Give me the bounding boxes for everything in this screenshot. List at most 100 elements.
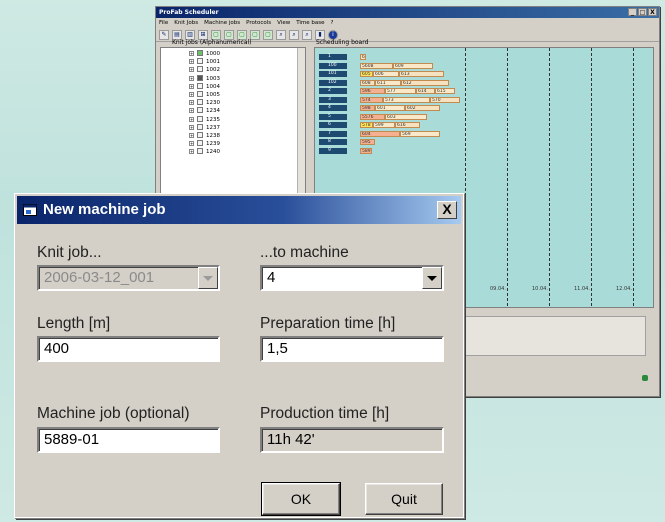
- info-icon[interactable]: i: [328, 29, 338, 40]
- machine-label[interactable]: 3: [319, 96, 347, 103]
- tree-item[interactable]: +1235: [161, 115, 305, 124]
- expand-icon[interactable]: +: [189, 51, 194, 56]
- expand-icon[interactable]: +: [189, 132, 194, 138]
- checkbox-icon[interactable]: [197, 90, 203, 97]
- menu-machine-jobs[interactable]: Machine jobs: [204, 18, 240, 28]
- job-block[interactable]: 599: [373, 122, 395, 128]
- job-block[interactable]: 611: [375, 79, 401, 86]
- quit-button[interactable]: Quit: [365, 483, 443, 515]
- expand-icon[interactable]: +: [189, 91, 194, 97]
- green-tool-4-icon[interactable]: ▢: [250, 29, 260, 40]
- to-machine-select[interactable]: 4: [260, 265, 444, 291]
- job-block[interactable]: 595: [360, 139, 375, 145]
- tree-item[interactable]: +1230: [161, 99, 305, 107]
- maximize-button[interactable]: □: [638, 8, 647, 16]
- length-input[interactable]: 400: [37, 336, 220, 362]
- machine-label[interactable]: 9: [319, 147, 347, 154]
- job-block[interactable]: 616: [395, 122, 420, 128]
- job-block[interactable]: 598: [360, 105, 375, 111]
- checkbox-icon[interactable]: [197, 58, 203, 65]
- job-block[interactable]: 5576: [360, 113, 385, 120]
- green-tool-3-icon[interactable]: ▢: [237, 29, 247, 40]
- expand-icon[interactable]: +: [189, 75, 194, 81]
- tree-item[interactable]: +1003: [161, 74, 305, 83]
- job-block[interactable]: 603: [385, 113, 427, 120]
- machine-label[interactable]: 2: [319, 88, 347, 94]
- machine-label[interactable]: 102: [319, 79, 347, 86]
- job-block[interactable]: 606: [360, 54, 366, 60]
- ok-button[interactable]: OK: [261, 482, 341, 516]
- expand-icon[interactable]: +: [189, 124, 194, 130]
- minimize-button[interactable]: _: [628, 8, 637, 16]
- menu-file[interactable]: File: [159, 18, 168, 28]
- machine-job-input[interactable]: 5889-01: [37, 427, 220, 453]
- machine-label[interactable]: 8: [319, 139, 347, 145]
- tree-item[interactable]: +1000: [161, 50, 305, 58]
- job-block[interactable]: 614: [416, 88, 435, 94]
- checkbox-icon[interactable]: [197, 107, 203, 114]
- green-tool-1-icon[interactable]: ▢: [211, 29, 221, 40]
- job-block[interactable]: 602: [405, 105, 440, 111]
- main-close-button[interactable]: X: [648, 8, 657, 16]
- book-icon[interactable]: ▮: [315, 29, 325, 40]
- job-block[interactable]: 605: [360, 71, 373, 77]
- expand-icon[interactable]: +: [189, 116, 194, 122]
- job-block[interactable]: 613: [399, 71, 444, 77]
- green-tool-5-icon[interactable]: ▢: [263, 29, 273, 40]
- job-block[interactable]: 589: [360, 147, 372, 154]
- expand-icon[interactable]: +: [189, 149, 194, 155]
- print-icon[interactable]: ▥: [185, 29, 195, 40]
- tree-item[interactable]: +1237: [161, 123, 305, 132]
- machine-label[interactable]: 7: [319, 130, 347, 137]
- tree-item[interactable]: +1002: [161, 66, 305, 74]
- machine-label[interactable]: 101: [319, 71, 347, 77]
- job-block[interactable]: 606: [373, 71, 399, 77]
- tree-item[interactable]: +1005: [161, 90, 305, 99]
- expand-icon[interactable]: +: [189, 100, 194, 106]
- save-icon[interactable]: ▤: [172, 29, 182, 40]
- zoom-fit-icon[interactable]: ⌕: [302, 29, 312, 40]
- job-block[interactable]: 615: [435, 88, 455, 94]
- machine-label[interactable]: 6: [319, 122, 347, 128]
- machine-label[interactable]: 5: [319, 113, 347, 120]
- tree-item[interactable]: +1240: [161, 148, 305, 156]
- job-block[interactable]: 608: [360, 79, 375, 86]
- checkbox-icon[interactable]: [197, 131, 203, 138]
- job-block[interactable]: 604: [360, 130, 400, 137]
- checkbox-icon[interactable]: [197, 74, 203, 81]
- tree-item[interactable]: +1001: [161, 58, 305, 66]
- machine-label[interactable]: 100: [319, 62, 347, 69]
- checkbox-icon[interactable]: [197, 123, 203, 130]
- checkbox-icon[interactable]: [197, 140, 203, 147]
- wand-icon[interactable]: ✎: [159, 29, 169, 40]
- chart-icon[interactable]: ⊞: [198, 29, 208, 40]
- menu-view[interactable]: View: [277, 18, 290, 28]
- checkbox-icon[interactable]: [197, 115, 203, 122]
- expand-icon[interactable]: +: [189, 108, 194, 114]
- tree-item[interactable]: +1238: [161, 131, 305, 140]
- zoom-in-icon[interactable]: ⌕: [276, 29, 286, 40]
- menu-help[interactable]: ?: [331, 18, 334, 28]
- checkbox-icon[interactable]: [197, 50, 203, 56]
- expand-icon[interactable]: +: [189, 67, 194, 73]
- zoom-out-icon[interactable]: ⌕: [289, 29, 299, 40]
- tree-item[interactable]: +1234: [161, 107, 305, 115]
- menu-knit-jobs[interactable]: Knit Jobs: [174, 18, 198, 28]
- job-block[interactable]: 601: [375, 105, 405, 111]
- job-block[interactable]: 578: [360, 122, 373, 128]
- checkbox-icon[interactable]: [197, 148, 203, 155]
- machine-label[interactable]: 4: [319, 105, 347, 111]
- to-machine-dropdown-button[interactable]: [422, 267, 442, 289]
- job-block[interactable]: 596: [360, 88, 385, 94]
- expand-icon[interactable]: +: [189, 59, 194, 65]
- checkbox-icon[interactable]: [197, 99, 203, 106]
- job-block[interactable]: 573: [383, 96, 430, 103]
- job-block[interactable]: 577: [385, 88, 416, 94]
- menu-protocols[interactable]: Protocols: [246, 18, 271, 28]
- machine-label[interactable]: 1: [319, 54, 347, 60]
- job-block[interactable]: 570: [430, 96, 460, 103]
- menu-time-base[interactable]: Time base: [296, 18, 324, 28]
- job-block[interactable]: 612: [401, 79, 449, 86]
- close-button[interactable]: X: [437, 201, 457, 219]
- tree-item[interactable]: +1239: [161, 140, 305, 148]
